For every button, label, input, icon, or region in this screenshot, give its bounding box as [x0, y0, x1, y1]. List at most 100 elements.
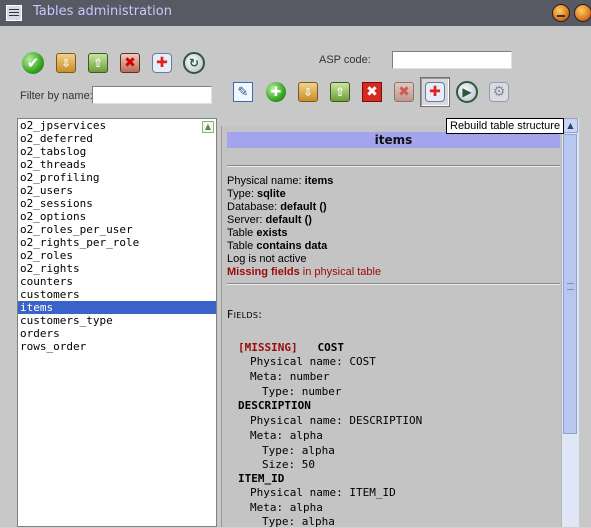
- export-disk-icon: ⇩: [56, 53, 76, 73]
- detail-scrollbar[interactable]: ▲: [561, 118, 579, 527]
- field-size-label: Size:: [262, 458, 302, 471]
- field-name: ITEM_ID: [238, 472, 285, 485]
- table-exists-value: exists: [256, 227, 288, 239]
- field-description-header: DESCRIPTION: [238, 399, 311, 412]
- run-icon: ▶: [456, 81, 478, 103]
- delete-disk-icon: ✖: [120, 53, 140, 73]
- server-label: Server:: [227, 214, 266, 226]
- settings-button[interactable]: ⚙: [487, 80, 511, 104]
- export-button[interactable]: ⇩: [296, 80, 320, 104]
- minimize-button[interactable]: [552, 4, 570, 22]
- table-list-item[interactable]: o2_jpservices: [18, 119, 216, 132]
- table-list-item[interactable]: orders: [18, 327, 216, 340]
- missing-fields-rest: in physical table: [299, 266, 382, 278]
- title-bar: Tables administration: [0, 0, 591, 26]
- field-physical-label: Physical name:: [250, 355, 350, 368]
- toolbar-left-save-button[interactable]: ✔: [21, 51, 45, 75]
- scroll-thumb[interactable]: [563, 134, 577, 434]
- field-item-id-header: ITEM_ID: [238, 472, 284, 485]
- divider: [227, 283, 560, 285]
- filter-input[interactable]: [92, 86, 212, 104]
- table-exists-label: Table: [227, 227, 257, 239]
- table-list-item[interactable]: o2_roles: [18, 249, 216, 262]
- server-value: default (): [265, 214, 312, 226]
- rebuild-table-button[interactable]: ✚: [420, 77, 450, 107]
- edit-icon: ✎: [233, 82, 253, 102]
- table-list-item[interactable]: o2_roles_per_user: [18, 223, 216, 236]
- table-list-item[interactable]: o2_rights: [18, 262, 216, 275]
- field-physical-row: Physical name: DESCRIPTION: [250, 414, 422, 427]
- table-list-item[interactable]: rows_order: [18, 340, 216, 353]
- main-panel: ✔ ⇩ ⇧ ✖ ✚ ↻ ASP code: Filter by name: ✎ …: [0, 26, 591, 528]
- field-physical-label: Physical name:: [250, 486, 350, 499]
- field-type-label: Type:: [262, 515, 302, 528]
- field-type-value: number: [301, 385, 342, 398]
- physical-name-value: items: [304, 175, 334, 187]
- field-meta-row: Meta: number: [250, 370, 330, 383]
- field-cost-header: [MISSING] COST: [238, 341, 344, 354]
- table-list-item[interactable]: o2_sessions: [18, 197, 216, 210]
- table-data-row: Table contains data: [227, 240, 327, 252]
- table-list-item[interactable]: o2_options: [18, 210, 216, 223]
- scroll-up-arrow-icon[interactable]: ▲: [563, 118, 578, 133]
- edit-button[interactable]: ✎: [231, 80, 255, 104]
- toolbar-left-refresh-button[interactable]: ↻: [182, 51, 206, 75]
- drop-icon: ✖: [394, 82, 414, 102]
- run-button[interactable]: ▶: [455, 80, 479, 104]
- maximize-button[interactable]: [574, 4, 591, 22]
- field-name: DESCRIPTION: [238, 399, 311, 412]
- table-list-item[interactable]: counters: [18, 275, 216, 288]
- add-button[interactable]: ✚: [264, 80, 288, 104]
- table-data-label: Table: [227, 240, 257, 252]
- field-type-row: Type: alpha: [262, 515, 335, 528]
- toolbar-left-import-button[interactable]: ⇧: [86, 51, 110, 75]
- table-list-item[interactable]: o2_tabslog: [18, 145, 216, 158]
- filter-label: Filter by name:: [20, 90, 93, 102]
- field-name: COST: [317, 341, 344, 354]
- field-type-label: Type:: [262, 444, 302, 457]
- field-meta-value: alpha: [289, 501, 323, 514]
- settings-icon: ⚙: [489, 82, 509, 102]
- field-physical-value: DESCRIPTION: [349, 414, 423, 427]
- table-admin-icon: [6, 5, 22, 21]
- import-button[interactable]: ⇧: [328, 80, 352, 104]
- field-type-row: Type: number: [262, 385, 342, 398]
- table-list-item[interactable]: o2_threads: [18, 158, 216, 171]
- table-list-item[interactable]: o2_deferred: [18, 132, 216, 145]
- table-list-item[interactable]: customers: [18, 288, 216, 301]
- field-physical-row: Physical name: ITEM_ID: [250, 486, 396, 499]
- field-meta-label: Meta:: [250, 370, 290, 383]
- toolbar-left-export-button[interactable]: ⇩: [54, 51, 78, 75]
- import-icon: ⇧: [330, 82, 350, 102]
- drop-button[interactable]: ✖: [392, 80, 416, 104]
- database-row: Database: default (): [227, 201, 327, 213]
- table-list-item[interactable]: o2_users: [18, 184, 216, 197]
- database-label: Database:: [227, 201, 281, 213]
- field-meta-value: alpha: [289, 429, 323, 442]
- server-row: Server: default (): [227, 214, 312, 226]
- table-list-item[interactable]: customers_type: [18, 314, 216, 327]
- toolbar-left-repair-button[interactable]: ✚: [150, 51, 174, 75]
- list-scroll-up-icon[interactable]: ▲: [202, 121, 214, 133]
- table-list-item[interactable]: o2_rights_per_role: [18, 236, 216, 249]
- field-physical-value: COST: [349, 355, 376, 368]
- type-label: Type:: [227, 188, 257, 200]
- repair-icon: ✚: [152, 53, 172, 73]
- asp-code-input[interactable]: [392, 51, 512, 69]
- field-meta-row: Meta: alpha: [250, 501, 323, 514]
- log-status: Log is not active: [227, 253, 307, 265]
- table-list-item[interactable]: items: [18, 301, 216, 314]
- missing-fields-bold: Missing fields: [227, 266, 300, 278]
- delete-icon: ✖: [362, 82, 382, 102]
- asp-code-label: ASP code:: [319, 54, 371, 66]
- rebuild-tooltip: Rebuild table structure: [446, 118, 565, 134]
- toolbar-left-delete-button[interactable]: ✖: [118, 51, 142, 75]
- missing-tag: [MISSING]: [238, 341, 298, 354]
- delete-button[interactable]: ✖: [360, 80, 384, 104]
- import-disk-icon: ⇧: [88, 53, 108, 73]
- tables-list[interactable]: ▲ o2_jpservices o2_deferred o2_tabslog o2_t…: [17, 118, 217, 527]
- field-type-value: alpha: [301, 444, 335, 457]
- table-list-item[interactable]: o2_profiling: [18, 171, 216, 184]
- field-meta-value: number: [289, 370, 330, 383]
- refresh-clock-icon: ↻: [183, 52, 205, 74]
